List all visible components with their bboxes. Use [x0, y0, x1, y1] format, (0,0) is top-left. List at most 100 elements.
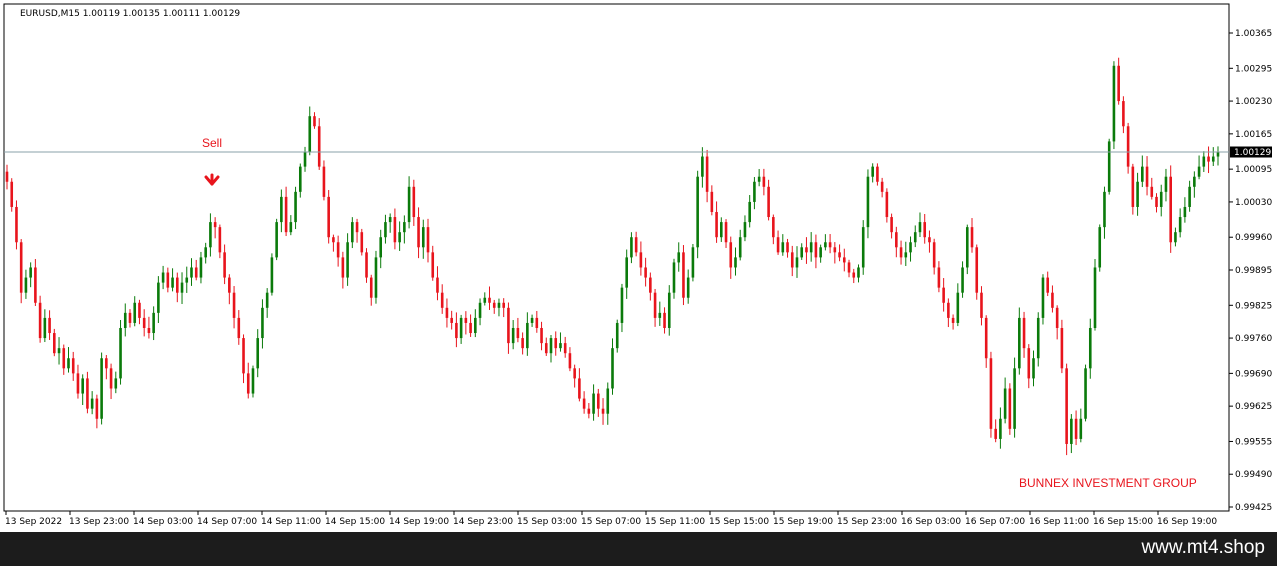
candle-body — [677, 252, 681, 263]
candle-body — [284, 196, 288, 233]
candle-body — [738, 237, 742, 258]
candle-body — [161, 272, 165, 283]
candle-body — [710, 191, 714, 213]
candle-body — [469, 322, 472, 334]
candle-body — [341, 257, 345, 278]
candle-body — [559, 343, 562, 349]
candle-body — [265, 292, 269, 308]
candle — [275, 218, 278, 261]
candle-body — [365, 252, 368, 278]
candle-body — [497, 302, 501, 308]
candle-body — [947, 302, 950, 318]
candle-body — [355, 222, 359, 233]
candle-body — [625, 257, 628, 288]
candle-body — [29, 267, 32, 278]
candle-body — [1174, 232, 1177, 243]
candle — [38, 295, 42, 343]
candle-body — [171, 277, 174, 288]
candle-body — [204, 247, 207, 258]
candle-body — [1022, 317, 1026, 349]
candle-body — [1013, 368, 1016, 429]
candle-body — [597, 393, 600, 409]
candle-body — [464, 317, 468, 323]
candle-body — [1036, 317, 1040, 359]
price-chart[interactable]: 1.00129 1.003651.002951.002301.001651.00… — [0, 0, 1277, 532]
candle-body — [10, 181, 14, 207]
candle-body — [540, 327, 543, 344]
candle-body — [38, 302, 42, 339]
candle-body — [961, 267, 964, 293]
x-tick-label: 14 Sep 07:00 — [197, 517, 257, 527]
candle-body — [672, 262, 676, 293]
candle-body — [667, 292, 671, 328]
y-tick-label: 1.00365 — [1235, 29, 1272, 39]
candle-body — [455, 322, 458, 339]
candle-body — [999, 418, 1002, 439]
candle-body — [909, 242, 912, 253]
x-tick-label: 15 Sep 03:00 — [517, 517, 577, 527]
y-tick-label: 0.99625 — [1235, 402, 1272, 412]
candle-body — [133, 302, 137, 323]
candle-body — [19, 242, 23, 293]
candle-body — [951, 317, 955, 323]
candle-body — [332, 237, 335, 243]
candle-body — [890, 217, 893, 233]
candle-body — [1188, 186, 1191, 207]
candle-body — [166, 272, 170, 288]
candle-body — [852, 272, 856, 278]
candle-body — [138, 302, 141, 318]
plot-area[interactable] — [3, 3, 1230, 512]
candle-body — [544, 343, 548, 354]
candle-body — [611, 348, 614, 389]
candle-body — [824, 242, 827, 248]
candle — [1098, 224, 1102, 272]
candle-body — [1093, 267, 1097, 328]
footer-bar: www.mt4.shop — [0, 532, 1277, 566]
candle-body — [634, 237, 638, 253]
candle — [1084, 364, 1087, 422]
candle-body — [1018, 317, 1021, 369]
candle-body — [76, 373, 80, 394]
candle-body — [573, 368, 576, 379]
candle-body — [876, 166, 879, 182]
candle-body — [861, 227, 865, 268]
candle-body — [1216, 152, 1220, 157]
candle-body — [185, 277, 189, 283]
candle-body — [190, 267, 193, 278]
candle-body — [317, 126, 321, 167]
candle — [1107, 138, 1111, 195]
candle-body — [776, 237, 780, 253]
candle-body — [1197, 166, 1201, 177]
candle-body — [95, 398, 99, 419]
candle-body — [530, 317, 534, 323]
candle — [989, 351, 993, 438]
candle-body — [1169, 176, 1172, 243]
candle-body — [388, 217, 392, 223]
candle — [1013, 357, 1016, 438]
candle-body — [289, 222, 293, 233]
candle — [15, 200, 18, 250]
candle — [1126, 122, 1130, 174]
x-axis: 13 Sep 2022 13 Sep 23:00 14 Sep 03:00 14 Se… — [5, 511, 1217, 527]
candle-body — [800, 247, 804, 258]
candle-body — [928, 237, 931, 243]
candle-body — [653, 292, 657, 318]
x-tick-label: 14 Sep 19:00 — [389, 517, 449, 527]
candle-body — [228, 277, 231, 293]
candle-body — [48, 317, 51, 334]
candle — [251, 365, 255, 398]
candle-body — [639, 252, 643, 268]
candle-body — [175, 277, 179, 293]
candle — [1008, 383, 1012, 435]
candle-body — [492, 302, 496, 308]
candle-body — [516, 327, 520, 339]
x-tick-label: 14 Sep 03:00 — [133, 517, 193, 527]
x-tick-label: 14 Sep 15:00 — [325, 517, 385, 527]
candle-body — [303, 151, 307, 167]
current-price-tag: 1.00129 — [1230, 146, 1272, 158]
candle-body — [663, 312, 666, 328]
candle-body — [913, 232, 917, 243]
candle-body — [956, 292, 960, 323]
candle-body — [450, 317, 453, 323]
candle-body — [691, 247, 695, 278]
